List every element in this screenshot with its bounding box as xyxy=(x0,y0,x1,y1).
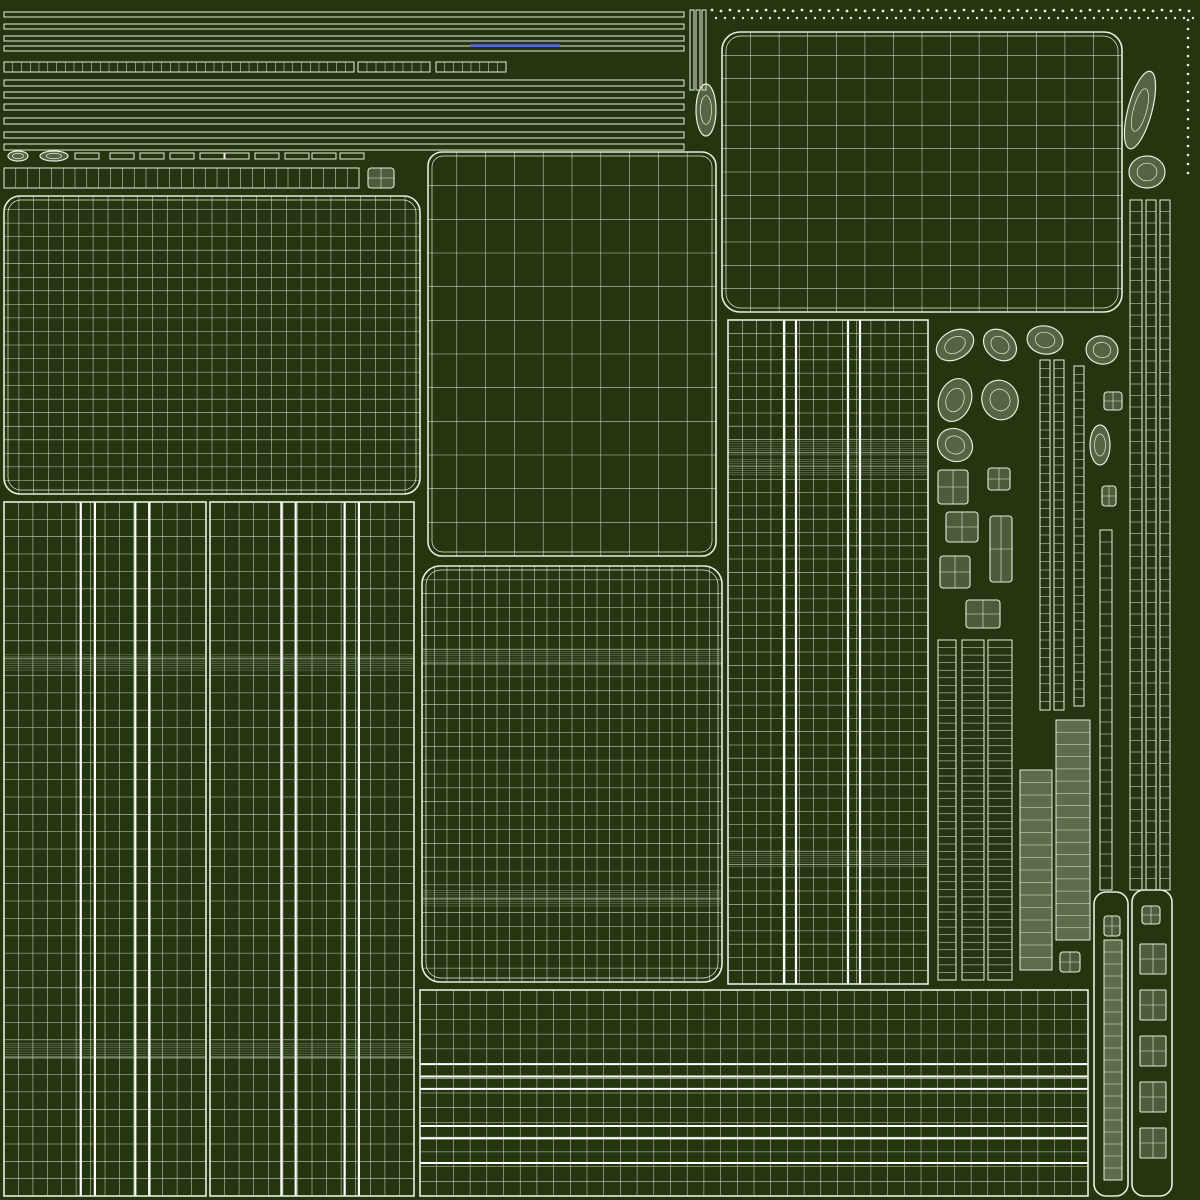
mechanical-part-7 xyxy=(1103,391,1123,411)
mechanical-part-3 xyxy=(989,515,1013,583)
mechanical-part-5 xyxy=(965,599,1001,629)
grid-block-3 xyxy=(1139,1081,1167,1113)
grid-block-0 xyxy=(1139,943,1167,975)
right-vertical-strip-1 xyxy=(1145,199,1157,891)
lower-left-panel-b xyxy=(209,501,415,1197)
light-strip-a xyxy=(1019,769,1053,971)
right-vertical-strip-2 xyxy=(1159,199,1171,891)
uv-layout-canvas xyxy=(0,0,1200,1200)
right-vertical-strip-0 xyxy=(1129,199,1143,891)
top-strip-segment-1 xyxy=(3,61,355,73)
mechanical-part-1 xyxy=(987,467,1011,491)
grid-block-4 xyxy=(1139,1127,1167,1159)
mechanical-part-0 xyxy=(937,469,969,505)
mechanical-part-9 xyxy=(1141,905,1161,925)
middle-vertical-strip-1 xyxy=(1053,359,1065,711)
mechanical-part-2 xyxy=(945,511,979,543)
light-strip-b xyxy=(1055,719,1091,941)
curved-piece-10 xyxy=(695,83,717,137)
curved-piece-9 xyxy=(1089,424,1111,466)
lower-left-panel-a xyxy=(3,501,207,1197)
mechanical-part-10 xyxy=(1103,915,1121,937)
grid-block-1 xyxy=(1139,989,1167,1021)
background xyxy=(0,0,1200,1200)
curved-piece-7 xyxy=(1128,155,1166,189)
bottom-right-strip xyxy=(1103,939,1123,1181)
mechanical-part-6 xyxy=(1101,485,1117,507)
oval-piece xyxy=(39,150,69,162)
oval-piece xyxy=(7,150,29,162)
small-bracket xyxy=(367,167,395,189)
middle-vertical-strip-0 xyxy=(1039,359,1051,711)
mechanical-part-4 xyxy=(939,555,971,589)
grid-block-2 xyxy=(1139,1035,1167,1067)
middle-vertical-strip-2 xyxy=(1073,365,1085,707)
mechanical-part-8 xyxy=(1059,951,1081,973)
bottom-wide-panel xyxy=(419,989,1089,1197)
